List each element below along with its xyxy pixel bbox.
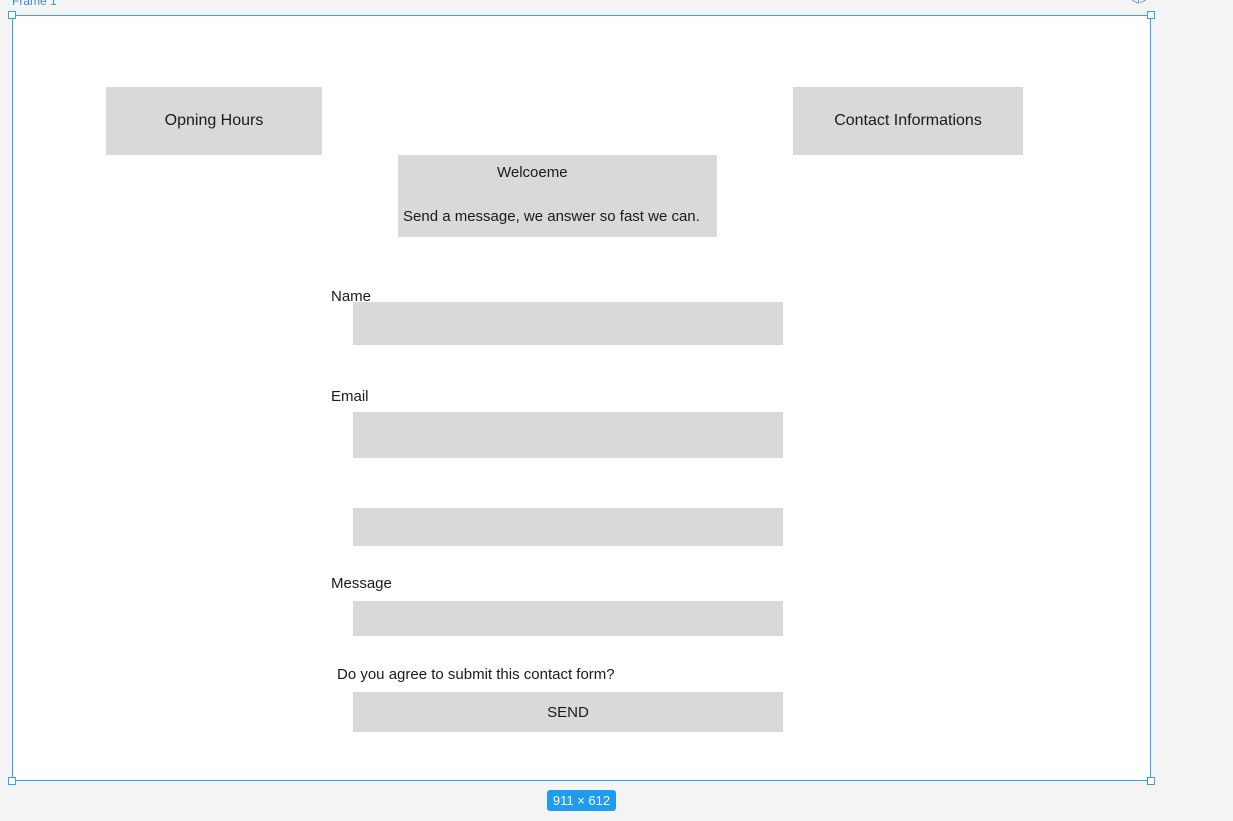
welcome-title: Welcoeme <box>497 164 568 181</box>
resize-handle-top-left[interactable] <box>8 11 16 19</box>
resize-handle-bottom-left[interactable] <box>8 777 16 785</box>
agree-text: Do you agree to submit this contact form… <box>337 666 615 683</box>
name-input[interactable] <box>353 302 783 345</box>
email-input[interactable] <box>353 412 783 458</box>
email-label: Email <box>331 388 369 405</box>
contact-info-box[interactable]: Contact Informations <box>793 87 1023 155</box>
size-badge: 911 × 612 <box>547 790 616 811</box>
frame-name-label[interactable]: Frame 1 <box>12 0 57 8</box>
resize-handle-bottom-right[interactable] <box>1147 777 1155 785</box>
opening-hours-box[interactable]: Opning Hours <box>106 87 322 155</box>
extra-input[interactable] <box>353 508 783 546</box>
code-icon[interactable]: </> <box>1132 0 1146 8</box>
welcome-box: Welcoeme Send a message, we answer so fa… <box>398 155 717 237</box>
send-button-label: SEND <box>547 703 589 721</box>
contact-info-label: Contact Informations <box>834 112 982 129</box>
welcome-subtitle: Send a message, we answer so fast we can… <box>403 208 700 225</box>
design-canvas: Frame 1 </> Opning Hours Contact Informa… <box>0 0 1233 821</box>
opening-hours-label: Opning Hours <box>164 112 264 129</box>
resize-handle-top-right[interactable] <box>1147 11 1155 19</box>
send-button[interactable]: SEND <box>353 692 783 732</box>
message-label: Message <box>331 575 392 592</box>
message-input[interactable] <box>353 601 783 636</box>
